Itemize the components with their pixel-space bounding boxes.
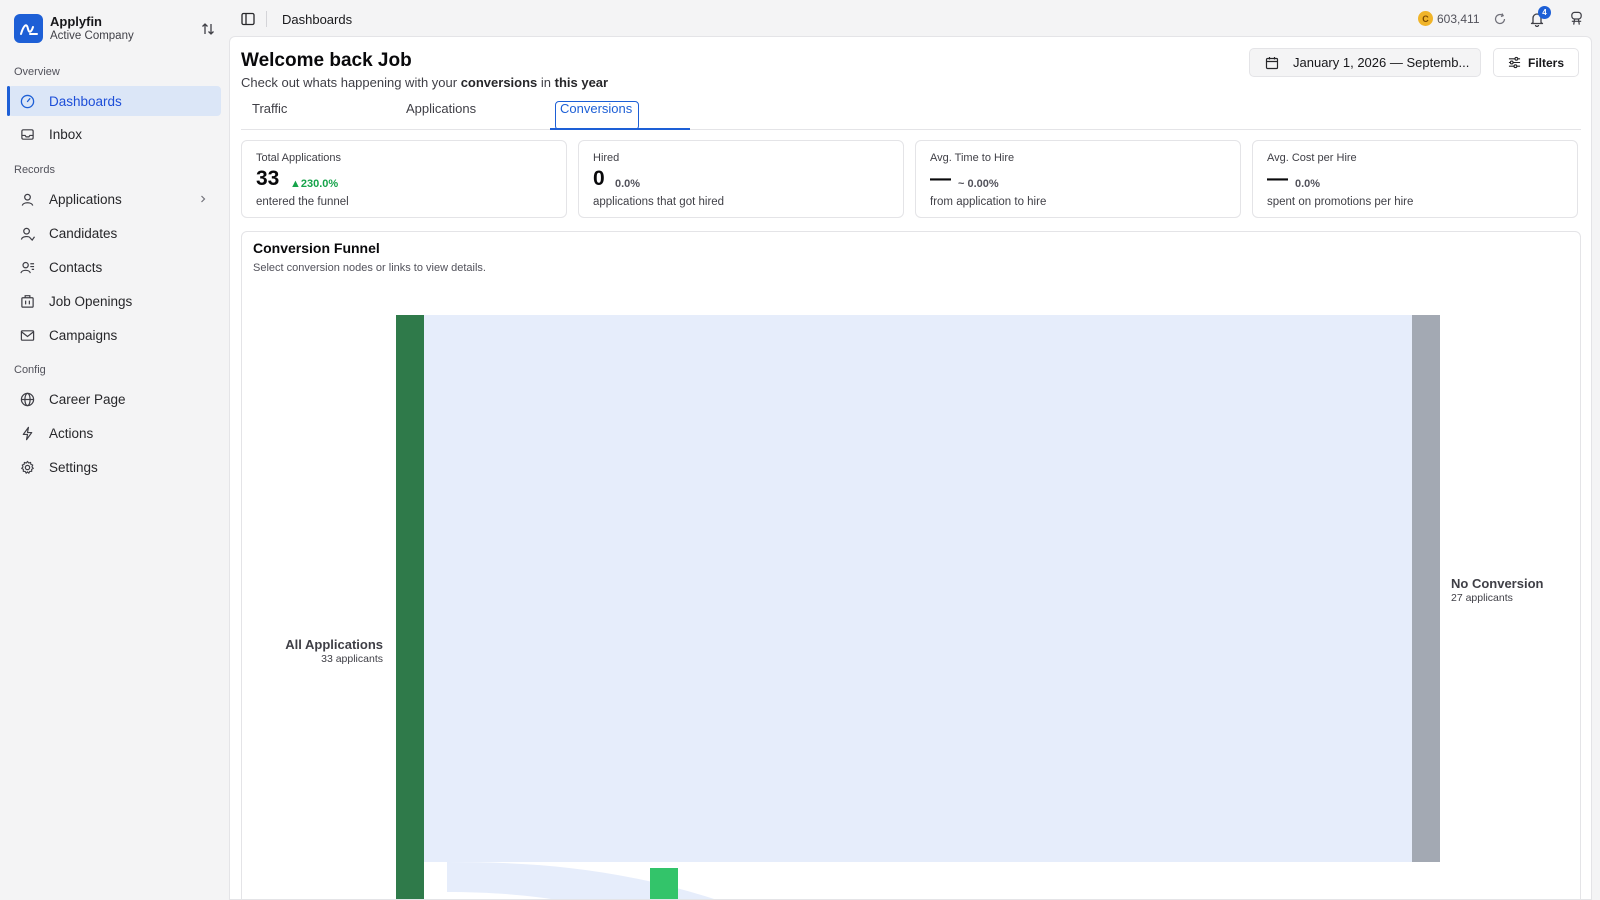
sidebar-item-career-page[interactable]: Career Page [8, 384, 221, 414]
tab-traffic[interactable]: Traffic [252, 101, 287, 116]
sankey-node-no-conversion[interactable] [1412, 315, 1440, 862]
conversion-funnel-card: Conversion Funnel Select conversion node… [241, 231, 1581, 900]
kpi-description: from application to hire [930, 196, 1047, 208]
sidebar-toggle-icon[interactable] [241, 12, 255, 26]
mail-icon [19, 327, 35, 343]
node-label-no-conversion[interactable]: No Conversion [1451, 577, 1543, 591]
sidebar-item-candidates[interactable]: Candidates [8, 218, 221, 248]
sliders-icon [1508, 56, 1521, 69]
sankey-link-secondary[interactable] [447, 862, 802, 900]
page-title: Welcome back Job [241, 50, 412, 71]
subtitle-period: this year [554, 75, 609, 90]
chevron-right-icon [201, 195, 206, 203]
section-overview: Overview [14, 66, 60, 78]
gauge-icon [19, 93, 35, 109]
sidebar-item-job-openings[interactable]: Job Openings [8, 286, 221, 316]
kpi-hired[interactable]: Hired 0 0.0% applications that got hired [578, 140, 904, 218]
kpi-value: — [930, 167, 951, 190]
section-config: Config [14, 364, 46, 376]
sidebar-item-inbox[interactable]: Inbox [8, 119, 221, 149]
sidebar-item-label: Applications [49, 191, 122, 207]
kpi-delta: ▲230.0% [290, 178, 339, 190]
breadcrumb[interactable]: Dashboards [282, 12, 352, 27]
date-range-picker[interactable]: January 1, 2026 — Septemb... [1249, 48, 1481, 77]
user-icon [19, 191, 35, 207]
dashboard-tabs: Traffic Applications Conversions [241, 99, 1581, 130]
kpi-delta: ~ 0.00% [958, 178, 999, 190]
company-name: Active Company [50, 29, 134, 42]
sidebar-item-label: Inbox [49, 126, 83, 142]
refresh-icon[interactable] [1493, 12, 1507, 26]
active-tab-indicator [550, 128, 690, 130]
inbox-icon [19, 126, 35, 142]
date-range-value: January 1, 2026 — Septemb... [1293, 55, 1470, 70]
filters-button[interactable]: Filters [1493, 48, 1579, 77]
sidebar-item-applications[interactable]: Applications [8, 184, 221, 214]
coin-icon: C [1418, 11, 1433, 26]
kpi-delta: 0.0% [1295, 178, 1321, 190]
kpi-value: 0 [593, 167, 605, 190]
sankey-chart [396, 315, 1440, 900]
sidebar-item-settings[interactable]: Settings [8, 452, 221, 482]
subtitle-topic: conversions [460, 75, 538, 90]
credits-balance[interactable]: C 603,411 [1418, 11, 1480, 26]
sidebar-item-label: Actions [49, 425, 94, 441]
node-count-all-applications: 33 applicants [321, 653, 383, 665]
sidebar-item-label: Job Openings [49, 293, 133, 309]
divider [266, 11, 267, 27]
sidebar-item-label: Campaigns [49, 327, 118, 343]
kpi-value: — [1267, 167, 1288, 190]
sidebar-item-label: Career Page [49, 391, 126, 407]
calendar-icon [1265, 56, 1279, 69]
candidate-icon [19, 225, 35, 241]
kpi-label: Avg. Cost per Hire [1267, 152, 1357, 164]
kpi-label: Total Applications [256, 152, 341, 164]
brand-name: Applyfin [50, 13, 102, 29]
sidebar-item-actions[interactable]: Actions [8, 418, 221, 448]
filters-label: Filters [1527, 55, 1564, 70]
notification-badge: 4 [1538, 6, 1551, 19]
bolt-icon [19, 425, 35, 441]
sidebar: Applyfin Active Company Overview Dashboa… [0, 0, 229, 900]
briefcase-icon [19, 293, 35, 309]
credits-value: 603,411 [1437, 11, 1480, 26]
kpi-description: spent on promotions per hire [1267, 196, 1414, 208]
applyfin-logo [14, 14, 43, 43]
sidebar-item-dashboards[interactable]: Dashboards [7, 86, 221, 116]
node-count-no-conversion: 27 applicants [1451, 592, 1513, 604]
sankey-node-secondary[interactable] [650, 868, 678, 900]
kpi-label: Hired [593, 152, 620, 164]
sidebar-item-contacts[interactable]: Contacts [8, 252, 221, 282]
sankey-link-no-conversion[interactable] [424, 315, 1412, 862]
kpi-avg-time-to-hire[interactable]: Avg. Time to Hire — ~ 0.00% from applica… [915, 140, 1241, 218]
tab-conversions[interactable]: Conversions [560, 101, 632, 116]
sidebar-item-campaigns[interactable]: Campaigns [8, 320, 221, 350]
sidebar-item-label: Dashboards [49, 93, 122, 109]
globe-icon [19, 391, 35, 407]
kpi-total-applications[interactable]: Total Applications 33 ▲230.0% entered th… [241, 140, 567, 218]
node-label-all-applications[interactable]: All Applications [285, 638, 383, 652]
kpi-avg-cost-per-hire[interactable]: Avg. Cost per Hire — 0.0% spent on promo… [1252, 140, 1578, 218]
user-menu-icon[interactable] [1569, 11, 1584, 26]
funnel-title: Conversion Funnel [253, 240, 380, 256]
sidebar-item-label: Contacts [49, 259, 103, 275]
funnel-subtitle: Select conversion nodes or links to view… [253, 262, 486, 274]
switch-arrows-icon[interactable] [201, 22, 215, 36]
kpi-delta: 0.0% [615, 178, 641, 190]
page-subtitle: Check out whats happening with your conv… [241, 75, 609, 90]
tab-applications[interactable]: Applications [406, 101, 476, 116]
section-records: Records [14, 164, 55, 176]
kpi-description: entered the funnel [256, 196, 349, 208]
kpi-value: 33 [256, 167, 280, 190]
kpi-label: Avg. Time to Hire [930, 152, 1015, 164]
workspace-switcher[interactable]: Applyfin Active Company [14, 14, 219, 43]
sidebar-item-label: Settings [49, 459, 98, 475]
sankey-node-all-applications[interactable] [396, 315, 424, 900]
sidebar-item-label: Candidates [49, 225, 118, 241]
top-bar: Dashboards C 603,411 4 [229, 0, 1600, 36]
gear-icon [19, 459, 35, 475]
kpi-description: applications that got hired [593, 196, 725, 208]
contacts-icon [19, 259, 35, 275]
dashboard-content: Welcome back Job Check out whats happeni… [229, 36, 1592, 900]
